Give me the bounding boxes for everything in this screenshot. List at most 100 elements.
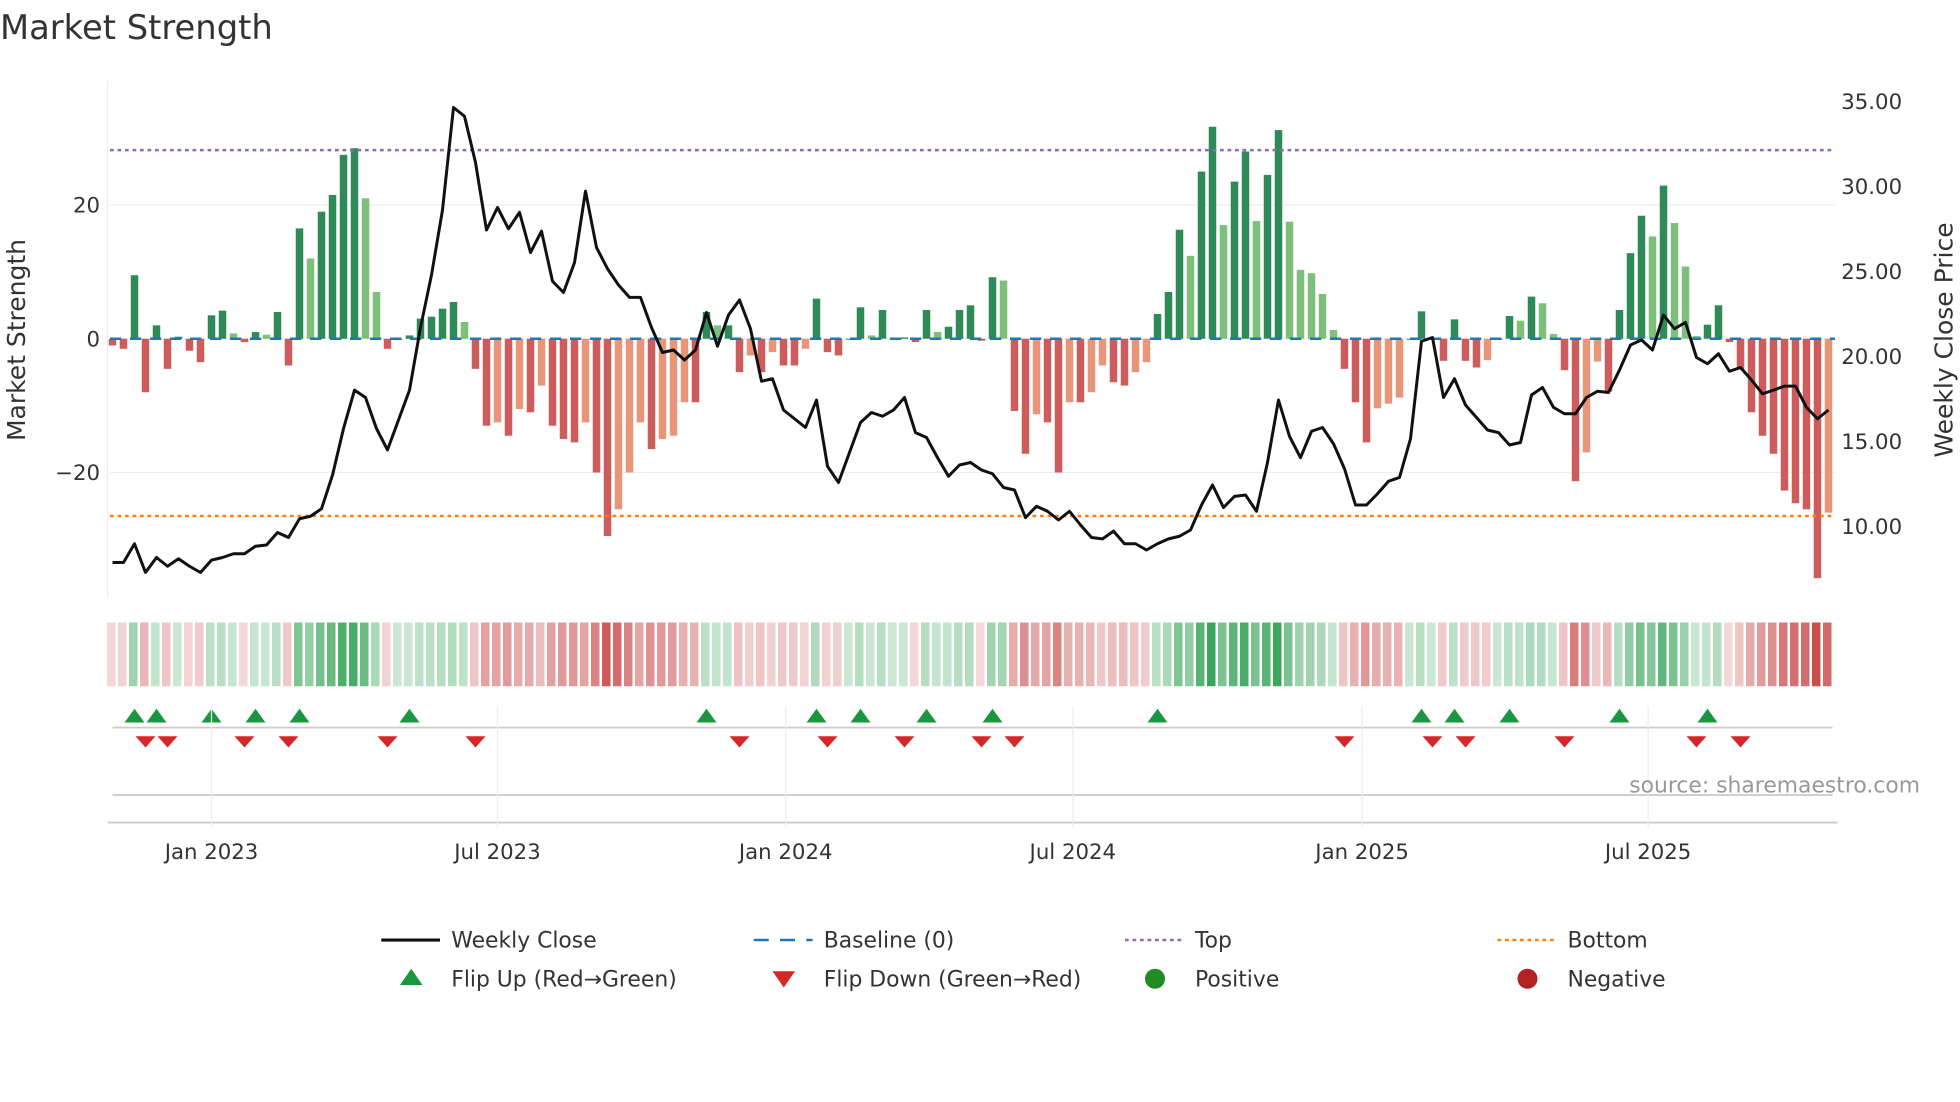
heat-cell <box>888 622 897 687</box>
heat-cell <box>1328 622 1337 687</box>
strength-bar <box>592 338 601 473</box>
strength-bar <box>317 211 326 339</box>
heat-cell <box>987 622 996 687</box>
strength-bar <box>1153 314 1162 339</box>
flip-markers <box>112 708 1833 748</box>
strength-bar <box>1670 223 1679 339</box>
heat-cell <box>1823 622 1832 687</box>
legend: Weekly Close Baseline (0) Top Bottom Flip Up… <box>381 929 1666 992</box>
flip-up-marker <box>1609 708 1630 723</box>
heat-cell <box>1185 622 1194 687</box>
flip-down-marker <box>234 736 255 748</box>
heat-cell <box>1031 622 1040 687</box>
heat-cell <box>1504 622 1513 687</box>
strength-bar <box>944 326 953 339</box>
y2-tick-label: 10.00 <box>1841 515 1902 540</box>
heat-cell <box>1493 622 1502 687</box>
circle-icon <box>1145 968 1165 989</box>
heat-cell <box>1658 622 1667 687</box>
heat-cell <box>1636 622 1645 687</box>
heat-cell <box>448 622 457 687</box>
strength-bar <box>1120 338 1129 386</box>
flip-up-marker <box>245 708 266 723</box>
x-tick-label: Jan 2025 <box>1313 840 1409 865</box>
legend-item: Top <box>1125 929 1232 954</box>
strength-bar <box>1780 338 1789 491</box>
flip-up-marker <box>1499 708 1520 723</box>
heat-cell <box>481 622 490 687</box>
strength-bar <box>1516 320 1525 339</box>
strength-bar <box>1791 338 1800 504</box>
strength-bar <box>768 338 777 353</box>
strength-bar <box>1021 338 1030 454</box>
flip-up-marker <box>399 708 420 723</box>
chart-title: Market Strength <box>0 8 273 47</box>
strength-bar <box>152 325 161 339</box>
heat-cell <box>1812 622 1821 687</box>
strength-bar <box>339 154 348 339</box>
strength-bar <box>328 194 337 339</box>
strength-bar <box>361 198 370 339</box>
heat-cell <box>1559 622 1568 687</box>
heat-cell <box>327 622 336 687</box>
strength-bar <box>1142 338 1151 363</box>
flip-down-marker <box>971 736 992 748</box>
strength-bar <box>1340 338 1349 369</box>
strength-bar <box>999 280 1008 339</box>
heat-cell <box>1141 622 1150 687</box>
heat-cell <box>767 622 776 687</box>
heat-cell <box>690 622 699 687</box>
legend-label: Top <box>1194 929 1232 954</box>
strength-bar <box>1560 338 1569 371</box>
strength-bar <box>1439 338 1448 361</box>
heat-cell <box>1317 622 1326 687</box>
flip-up-marker <box>696 708 717 723</box>
y2-tick-label: 15.00 <box>1841 430 1902 455</box>
y-tick-label: −20 <box>55 461 100 486</box>
strength-bar <box>504 338 513 436</box>
strength-bar <box>1109 338 1118 383</box>
heat-cell <box>965 622 974 687</box>
strength-bar <box>1802 338 1811 510</box>
strength-bar <box>1362 338 1371 443</box>
heat-cell <box>1306 622 1315 687</box>
heat-cell <box>921 622 930 687</box>
strength-bar <box>779 338 788 366</box>
heat-cell <box>1086 622 1095 687</box>
heat-cell <box>646 622 655 687</box>
heat-cell <box>360 622 369 687</box>
x-tick-label: Jul 2024 <box>1028 840 1116 865</box>
heat-cell <box>426 622 435 687</box>
strength-bar <box>1032 338 1041 415</box>
heat-cell <box>624 622 633 687</box>
legend-item: Baseline (0) <box>753 929 955 954</box>
flip-up-marker <box>146 708 167 723</box>
strength-bar <box>438 308 447 339</box>
strength-bar <box>680 338 689 403</box>
legend-label: Baseline (0) <box>824 929 955 954</box>
heat-cell <box>1735 622 1744 687</box>
heat-cell <box>1768 622 1777 687</box>
strength-bar <box>130 275 139 339</box>
heat-cell <box>1284 622 1293 687</box>
heat-cell <box>1273 622 1282 687</box>
heat-cell <box>1702 622 1711 687</box>
strength-bar <box>878 309 887 339</box>
strength-bar <box>922 309 931 339</box>
strength-bar <box>1648 236 1657 339</box>
heat-cell <box>371 622 380 687</box>
heat-cell <box>1372 622 1381 687</box>
strength-bar <box>1329 330 1338 339</box>
strength-bar <box>1131 338 1140 373</box>
strength-bar <box>559 338 568 440</box>
strength-bar <box>1637 215 1646 339</box>
strength-bar <box>493 338 502 423</box>
strength-bar <box>1208 126 1217 339</box>
flip-down-marker <box>1455 736 1476 748</box>
strength-bar <box>1769 338 1778 454</box>
heat-cell <box>1592 622 1601 687</box>
heat-cell <box>558 622 567 687</box>
heat-cell <box>602 622 611 687</box>
flip-up-marker <box>1697 708 1718 723</box>
flip-down-marker <box>135 736 156 748</box>
